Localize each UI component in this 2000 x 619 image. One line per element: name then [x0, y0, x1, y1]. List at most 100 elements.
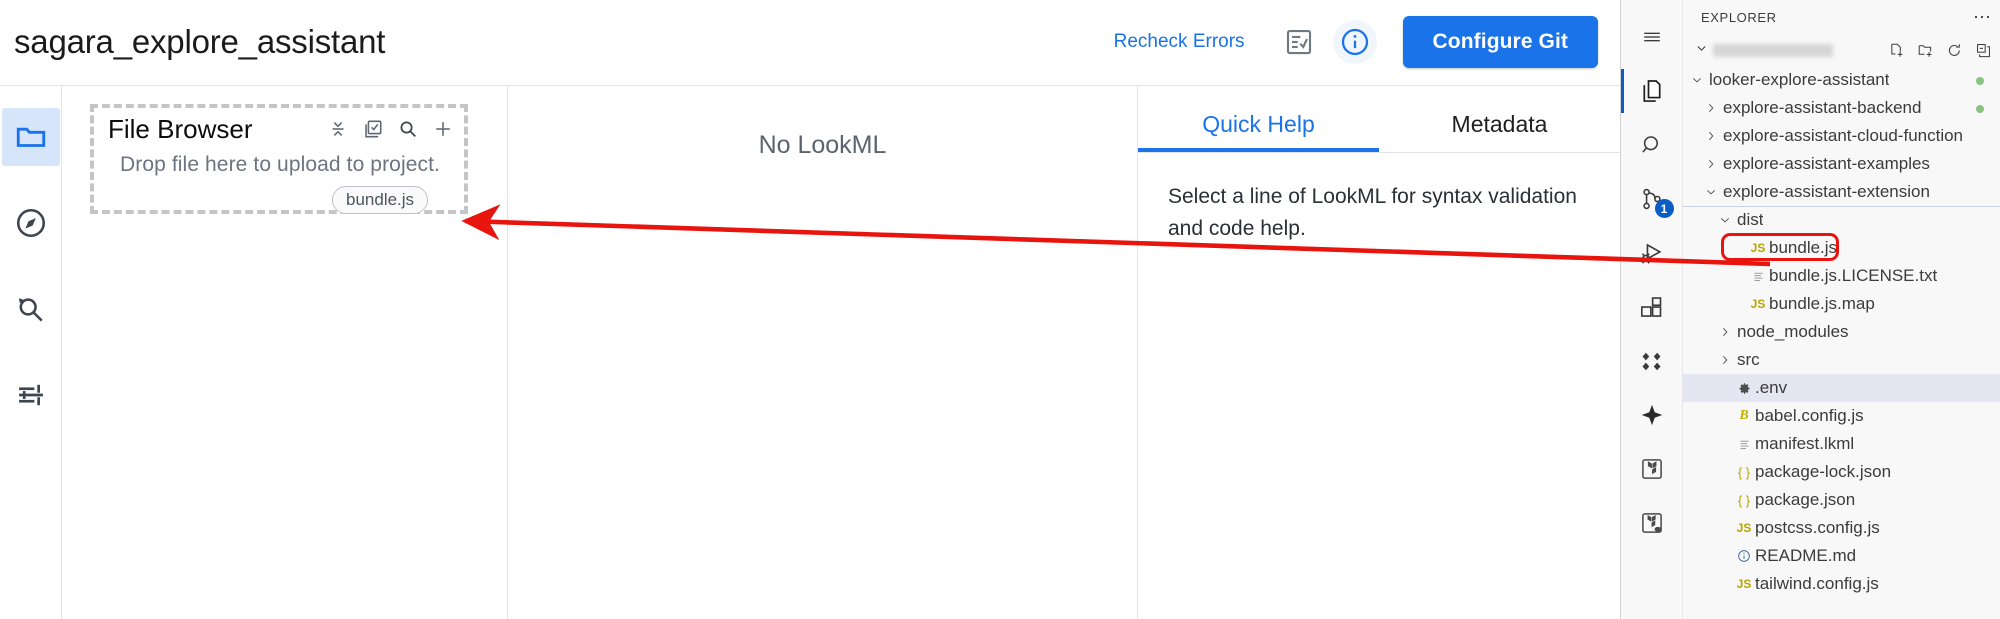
- js-file-icon: JS: [1750, 241, 1766, 255]
- tree-file-row[interactable]: README.md: [1683, 542, 2000, 570]
- configure-git-button[interactable]: Configure Git: [1402, 16, 1598, 68]
- run-debug-icon[interactable]: [1621, 226, 1683, 280]
- explorer-header: EXPLORER ⋯: [1683, 0, 2000, 34]
- js-file-icon: JS: [1736, 577, 1752, 591]
- tree-file-row[interactable]: JS tailwind.config.js: [1683, 570, 2000, 598]
- files-icon[interactable]: [1620, 64, 1683, 118]
- tab-metadata[interactable]: Metadata: [1379, 111, 1620, 152]
- file-browser-pane: File Browser Drop file here to upload to…: [62, 86, 508, 619]
- tree-item-label: manifest.lkml: [1755, 434, 1855, 453]
- chevron-right-icon[interactable]: [1717, 326, 1733, 338]
- workspace-row[interactable]: [1683, 34, 2000, 66]
- sidebar-item-file-browser[interactable]: [1, 108, 60, 166]
- chevron-down-icon[interactable]: [1717, 214, 1733, 226]
- search-icon[interactable]: [395, 116, 421, 142]
- tree-file-row[interactable]: Bbabel.config.js: [1683, 402, 2000, 430]
- txt-file-icon: [1747, 270, 1769, 283]
- tree-item-label: node_modules: [1737, 322, 1849, 341]
- tree-item-label: bundle.js.LICENSE.txt: [1769, 266, 1938, 285]
- looker-body: File Browser Drop file here to upload to…: [0, 85, 1620, 619]
- uploaded-file-chip[interactable]: bundle.js: [332, 186, 429, 214]
- chevron-right-icon[interactable]: [1703, 130, 1719, 142]
- tree-file-row[interactable]: JS postcss.config.js: [1683, 514, 2000, 542]
- hamburger-menu-icon[interactable]: [1621, 10, 1683, 64]
- info-file-icon: [1733, 549, 1755, 563]
- tree-folder-row[interactable]: src: [1683, 346, 2000, 374]
- chevron-right-icon[interactable]: [1717, 354, 1733, 366]
- tree-folder-row[interactable]: explore-assistant-examples: [1683, 150, 2000, 178]
- tree-file-row[interactable]: JS bundle.js: [1683, 234, 2000, 262]
- tree-item-label: explore-assistant-extension: [1723, 182, 1930, 201]
- tree-folder-row[interactable]: dist: [1683, 206, 2000, 234]
- chevron-down-icon[interactable]: [1695, 42, 1713, 58]
- txt-file-icon: [1733, 438, 1755, 451]
- terraform-icon[interactable]: [1621, 442, 1683, 496]
- workspace-name-redacted: [1713, 43, 1833, 57]
- sidebar-item-explore[interactable]: [2, 194, 60, 252]
- vscode-explorer-sidebar: EXPLORER ⋯ looker-explore-assistant expl…: [1683, 0, 2000, 619]
- tree-folder-row[interactable]: explore-assistant-cloud-function: [1683, 122, 2000, 150]
- tree-file-row[interactable]: .env: [1683, 374, 2000, 402]
- tree-file-row[interactable]: { } package-lock.json: [1683, 458, 2000, 486]
- tree-item-label: src: [1737, 350, 1760, 369]
- vscode-window: 1 EXPLORER ⋯ looker-explore-assistant ex…: [1620, 0, 2000, 619]
- looker-left-rail: [0, 86, 62, 619]
- tree-item-label: explore-assistant-backend: [1723, 98, 1922, 117]
- tree-folder-row[interactable]: explore-assistant-extension: [1683, 178, 2000, 206]
- source-control-badge: 1: [1654, 199, 1674, 218]
- tab-quick-help[interactable]: Quick Help: [1138, 111, 1379, 152]
- tree-item-label: tailwind.config.js: [1755, 574, 1879, 593]
- json-file-icon: { }: [1737, 464, 1751, 480]
- tree-file-row[interactable]: { } package.json: [1683, 486, 2000, 514]
- collapse-icon[interactable]: [325, 116, 351, 142]
- sparkle-icon[interactable]: [1621, 388, 1683, 442]
- refresh-icon[interactable]: [1945, 41, 1963, 59]
- file-upload-dropzone[interactable]: File Browser Drop file here to upload to…: [90, 104, 468, 214]
- sidebar-item-settings[interactable]: [2, 366, 60, 424]
- plus-icon[interactable]: [430, 116, 456, 142]
- git-status-dot: [1976, 105, 1984, 113]
- tree-folder-row[interactable]: looker-explore-assistant: [1683, 66, 2000, 94]
- tree-file-row[interactable]: bundle.js.LICENSE.txt: [1683, 262, 2000, 290]
- tree-file-row[interactable]: JS bundle.js.map: [1683, 290, 2000, 318]
- js-file-icon: JS: [1750, 297, 1766, 311]
- file-tree: looker-explore-assistant explore-assistan…: [1683, 66, 2000, 619]
- search-icon[interactable]: [1621, 118, 1683, 172]
- tree-section-divider: [1683, 206, 2000, 207]
- file-browser-header: File Browser: [94, 110, 464, 148]
- lookml-editor-pane: No LookML: [508, 86, 1138, 619]
- checklist-icon[interactable]: [1277, 20, 1321, 64]
- tree-folder-row[interactable]: explore-assistant-backend: [1683, 94, 2000, 122]
- explorer-title: EXPLORER: [1701, 9, 1777, 25]
- extensions-blocks-icon[interactable]: [1621, 280, 1683, 334]
- tree-item-label: dist: [1737, 210, 1764, 229]
- checkbox-list-icon[interactable]: [360, 116, 386, 142]
- chevron-down-icon[interactable]: [1703, 186, 1719, 198]
- git-status-dot: [1976, 77, 1984, 85]
- tree-folder-row[interactable]: node_modules: [1683, 318, 2000, 346]
- terraform-cloud-icon[interactable]: [1621, 496, 1683, 550]
- quick-help-text: Select a line of LookML for syntax valid…: [1168, 185, 1577, 240]
- tree-item-label: bundle.js.map: [1769, 294, 1875, 313]
- chevron-right-icon[interactable]: [1703, 102, 1719, 114]
- quick-help-pane: Quick Help Metadata Select a line of Loo…: [1138, 86, 1620, 619]
- tree-item-label: looker-explore-assistant: [1709, 70, 1890, 89]
- info-circle-icon[interactable]: [1332, 20, 1377, 64]
- new-folder-icon[interactable]: [1916, 41, 1934, 59]
- js-file-icon: JS: [1736, 521, 1752, 535]
- recheck-errors-link[interactable]: Recheck Errors: [1114, 31, 1245, 53]
- ellipsis-icon[interactable]: ⋯: [1973, 8, 1992, 26]
- source-control-branch-icon[interactable]: 1: [1621, 172, 1683, 226]
- diamonds-icon[interactable]: [1621, 334, 1683, 388]
- empty-state-label: No LookML: [758, 131, 887, 159]
- tree-item-label: .env: [1755, 378, 1788, 397]
- collapse-all-icon[interactable]: [1974, 41, 1992, 59]
- sidebar-item-search-history[interactable]: [2, 280, 60, 338]
- new-file-icon[interactable]: [1887, 41, 1905, 59]
- tree-item-label: explore-assistant-examples: [1723, 154, 1930, 173]
- tree-file-row[interactable]: manifest.lkml: [1683, 430, 2000, 458]
- chevron-right-icon[interactable]: [1703, 158, 1719, 170]
- page-title: sagara_explore_assistant: [14, 23, 386, 60]
- header-actions: Recheck Errors Configure Git: [1114, 16, 1620, 68]
- chevron-down-icon[interactable]: [1689, 74, 1705, 86]
